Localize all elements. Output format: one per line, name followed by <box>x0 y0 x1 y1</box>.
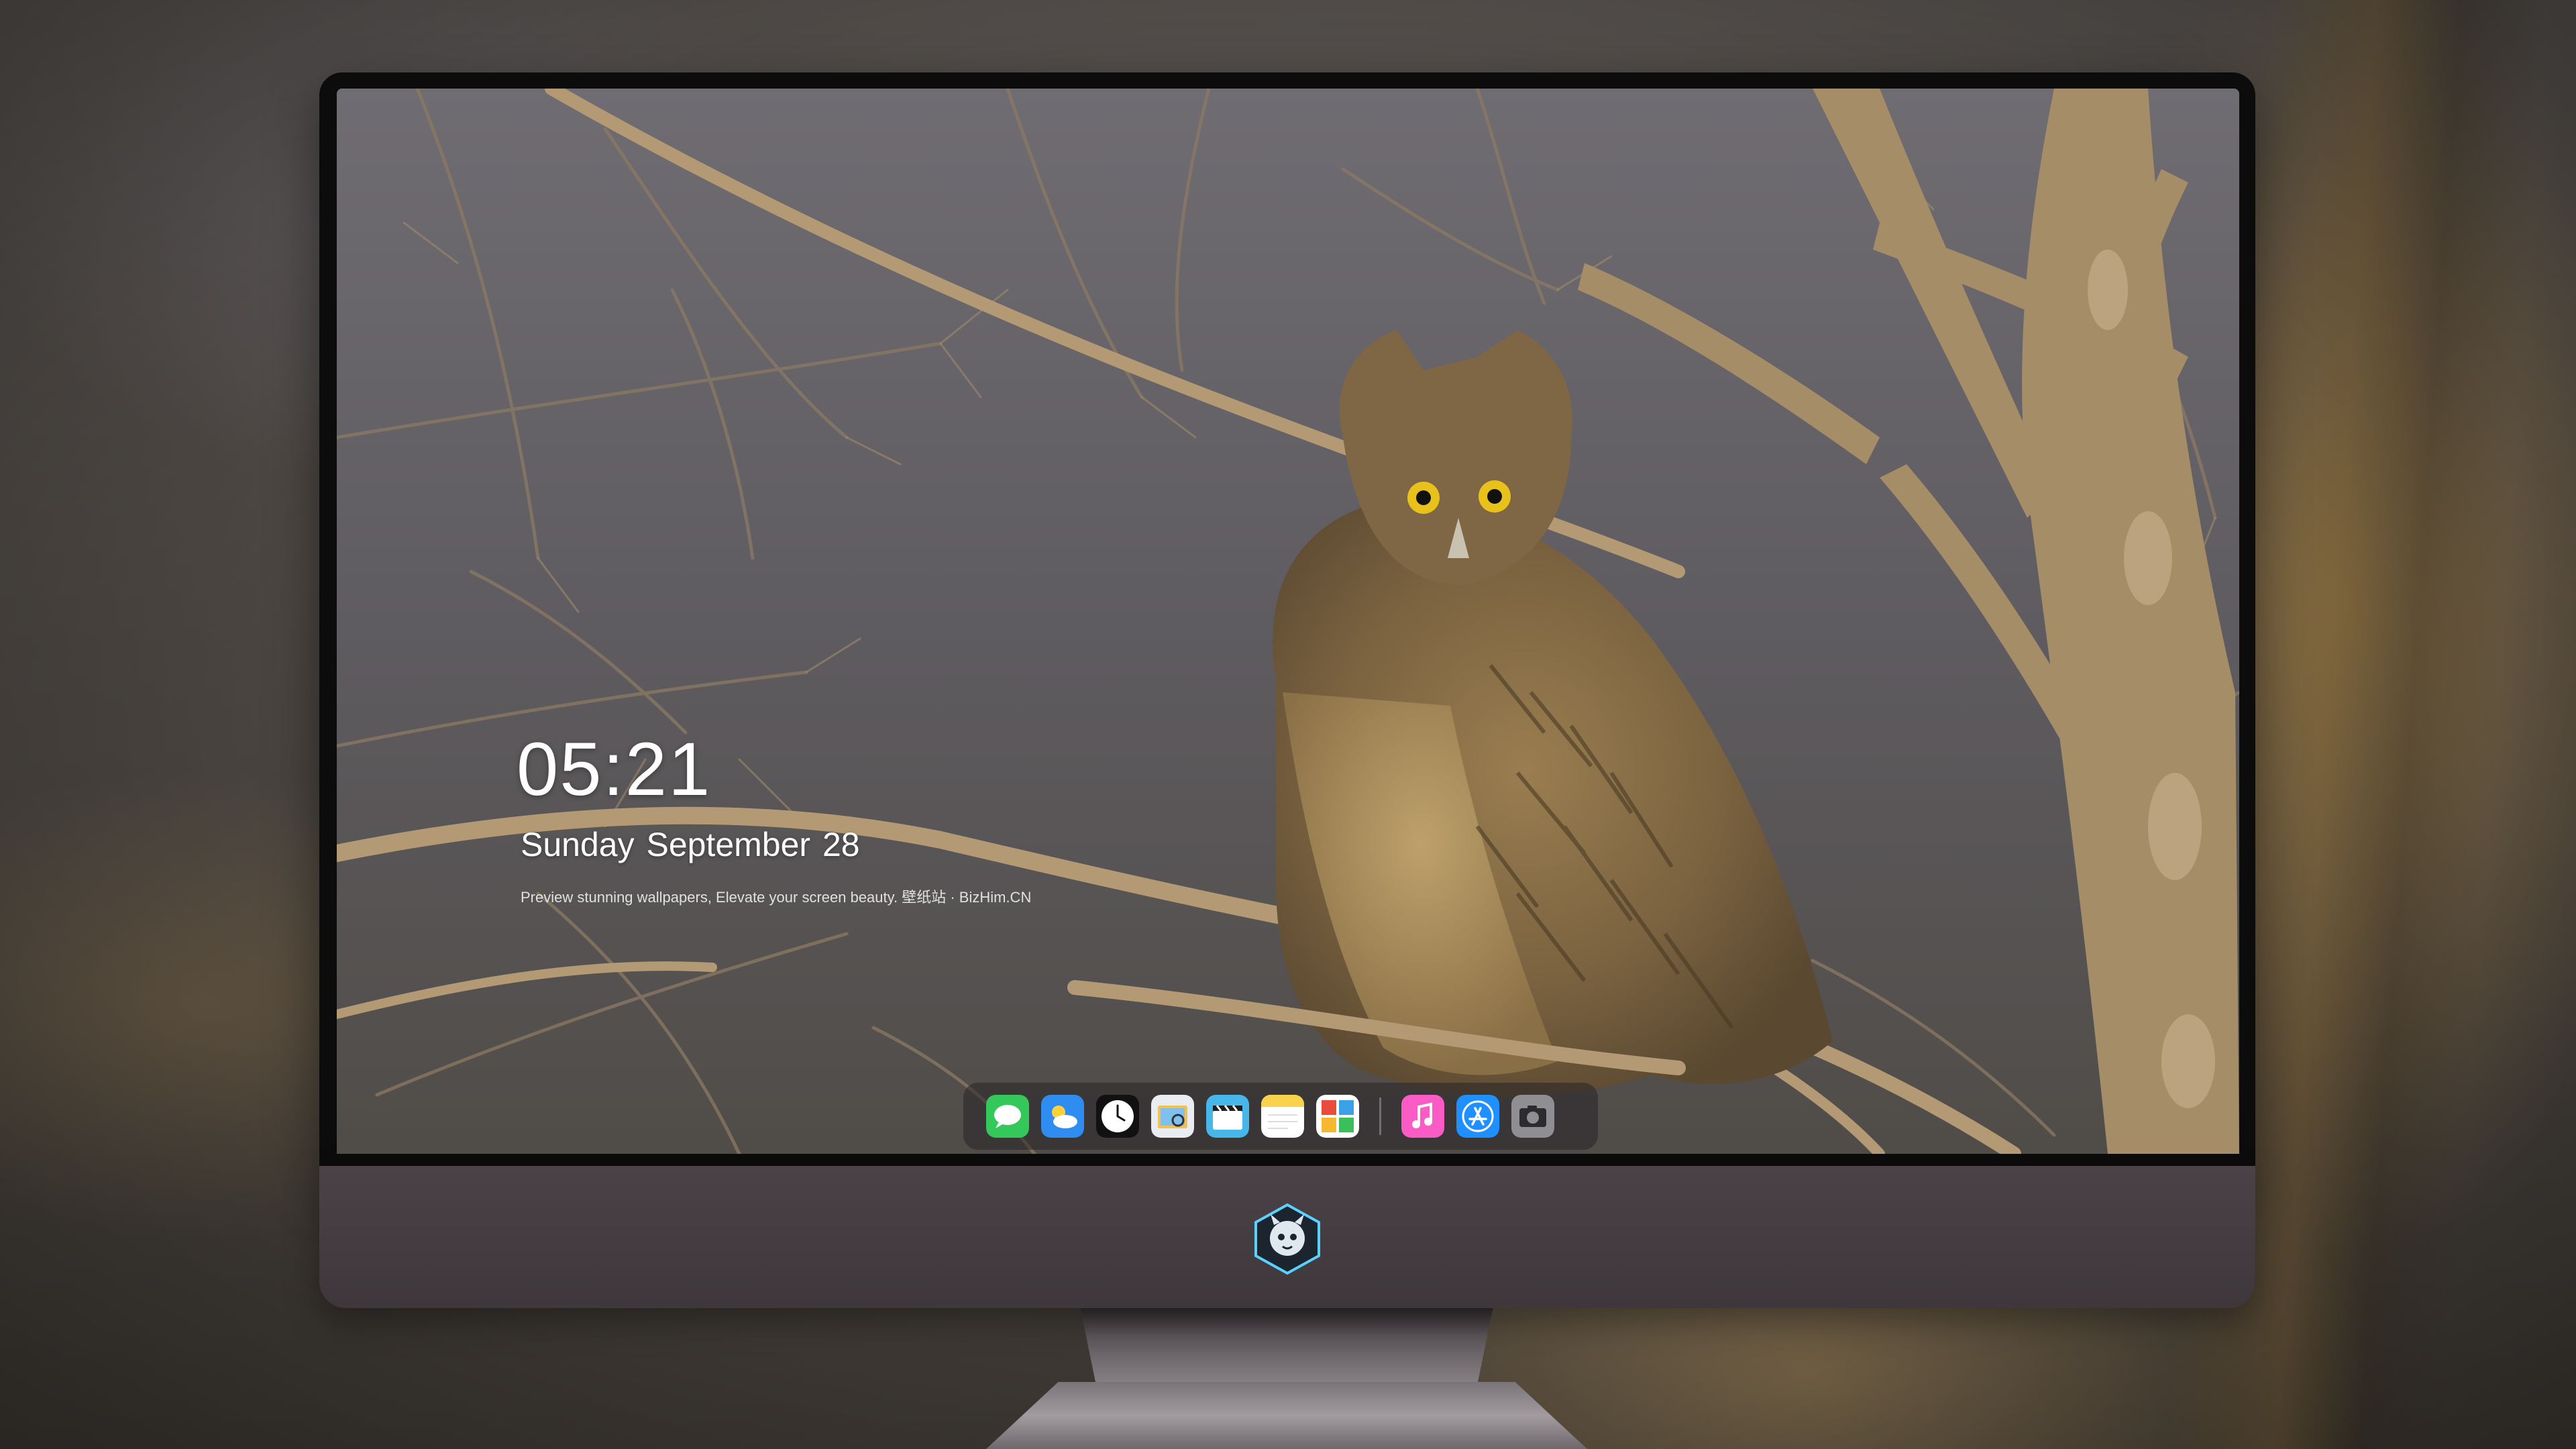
monitor-stand-base <box>986 1382 1587 1449</box>
dock-divider <box>1379 1097 1381 1135</box>
clapperboard-icon[interactable] <box>1206 1095 1249 1138</box>
notes-icon[interactable] <box>1261 1095 1304 1138</box>
preview-icon[interactable] <box>1151 1095 1194 1138</box>
photo-booth-icon[interactable] <box>1316 1095 1359 1138</box>
camera-icon[interactable] <box>1511 1095 1554 1138</box>
clock-icon[interactable] <box>1096 1095 1139 1138</box>
owl-wallpaper <box>337 89 2239 1154</box>
lock-screen-clock: 05:21 <box>517 727 712 811</box>
desktop-screen: 05:21 Sunday September 28 Preview stunni… <box>337 89 2239 1154</box>
lock-screen-date: Sunday September 28 <box>521 826 860 863</box>
messages-icon[interactable] <box>986 1095 1029 1138</box>
monitor-stand-neck <box>1080 1307 1493 1387</box>
weather-icon[interactable] <box>1041 1095 1084 1138</box>
app-store-icon[interactable] <box>1456 1095 1499 1138</box>
app-dock <box>963 1083 1598 1150</box>
lock-screen-tagline: Preview stunning wallpapers, Elevate you… <box>521 889 1032 906</box>
dragon-mascot-logo-icon <box>1254 1203 1320 1275</box>
music-icon[interactable] <box>1401 1095 1444 1138</box>
